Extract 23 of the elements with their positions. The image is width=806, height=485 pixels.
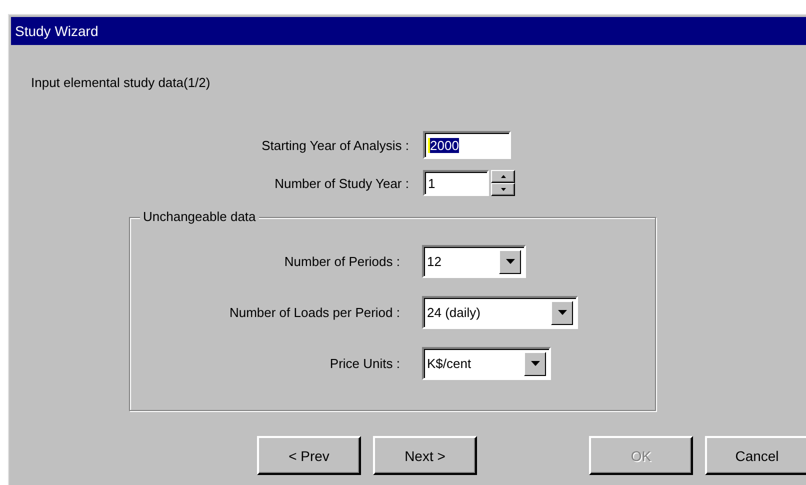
study-year-field[interactable]: 1 — [423, 170, 489, 196]
step-heading: Input elemental study data(1/2) — [31, 74, 212, 92]
dialog-button[interactable]: < Prev — [257, 436, 361, 475]
window-title: Study Wizard — [11, 17, 806, 45]
field-label: Number of Periods : — [283, 254, 400, 269]
down-arrow-icon — [500, 188, 506, 191]
spin-down-button[interactable] — [491, 183, 515, 196]
field-label: Number of Study Year : — [274, 176, 409, 190]
up-arrow-icon — [500, 175, 506, 178]
dropdown[interactable]: K$/cent — [422, 347, 551, 380]
caret-icon — [530, 361, 540, 366]
field-label: Number of Loads per Period : — [228, 305, 400, 320]
year-field[interactable]: 2000 — [423, 131, 511, 159]
field-label: Price Units : — [328, 356, 400, 371]
caret-icon — [558, 310, 566, 315]
dropdown[interactable]: 24 (daily) — [422, 296, 578, 329]
field-label: Starting Year of Analysis : — [260, 138, 409, 152]
spin-up-button[interactable] — [491, 170, 515, 183]
dialog-button[interactable]: Next > — [373, 436, 477, 475]
dialog-button[interactable]: Cancel — [705, 436, 806, 475]
caret-icon — [506, 259, 514, 264]
dropdown[interactable]: 12 — [422, 245, 526, 278]
group-title: Unchangeable data — [140, 209, 259, 225]
